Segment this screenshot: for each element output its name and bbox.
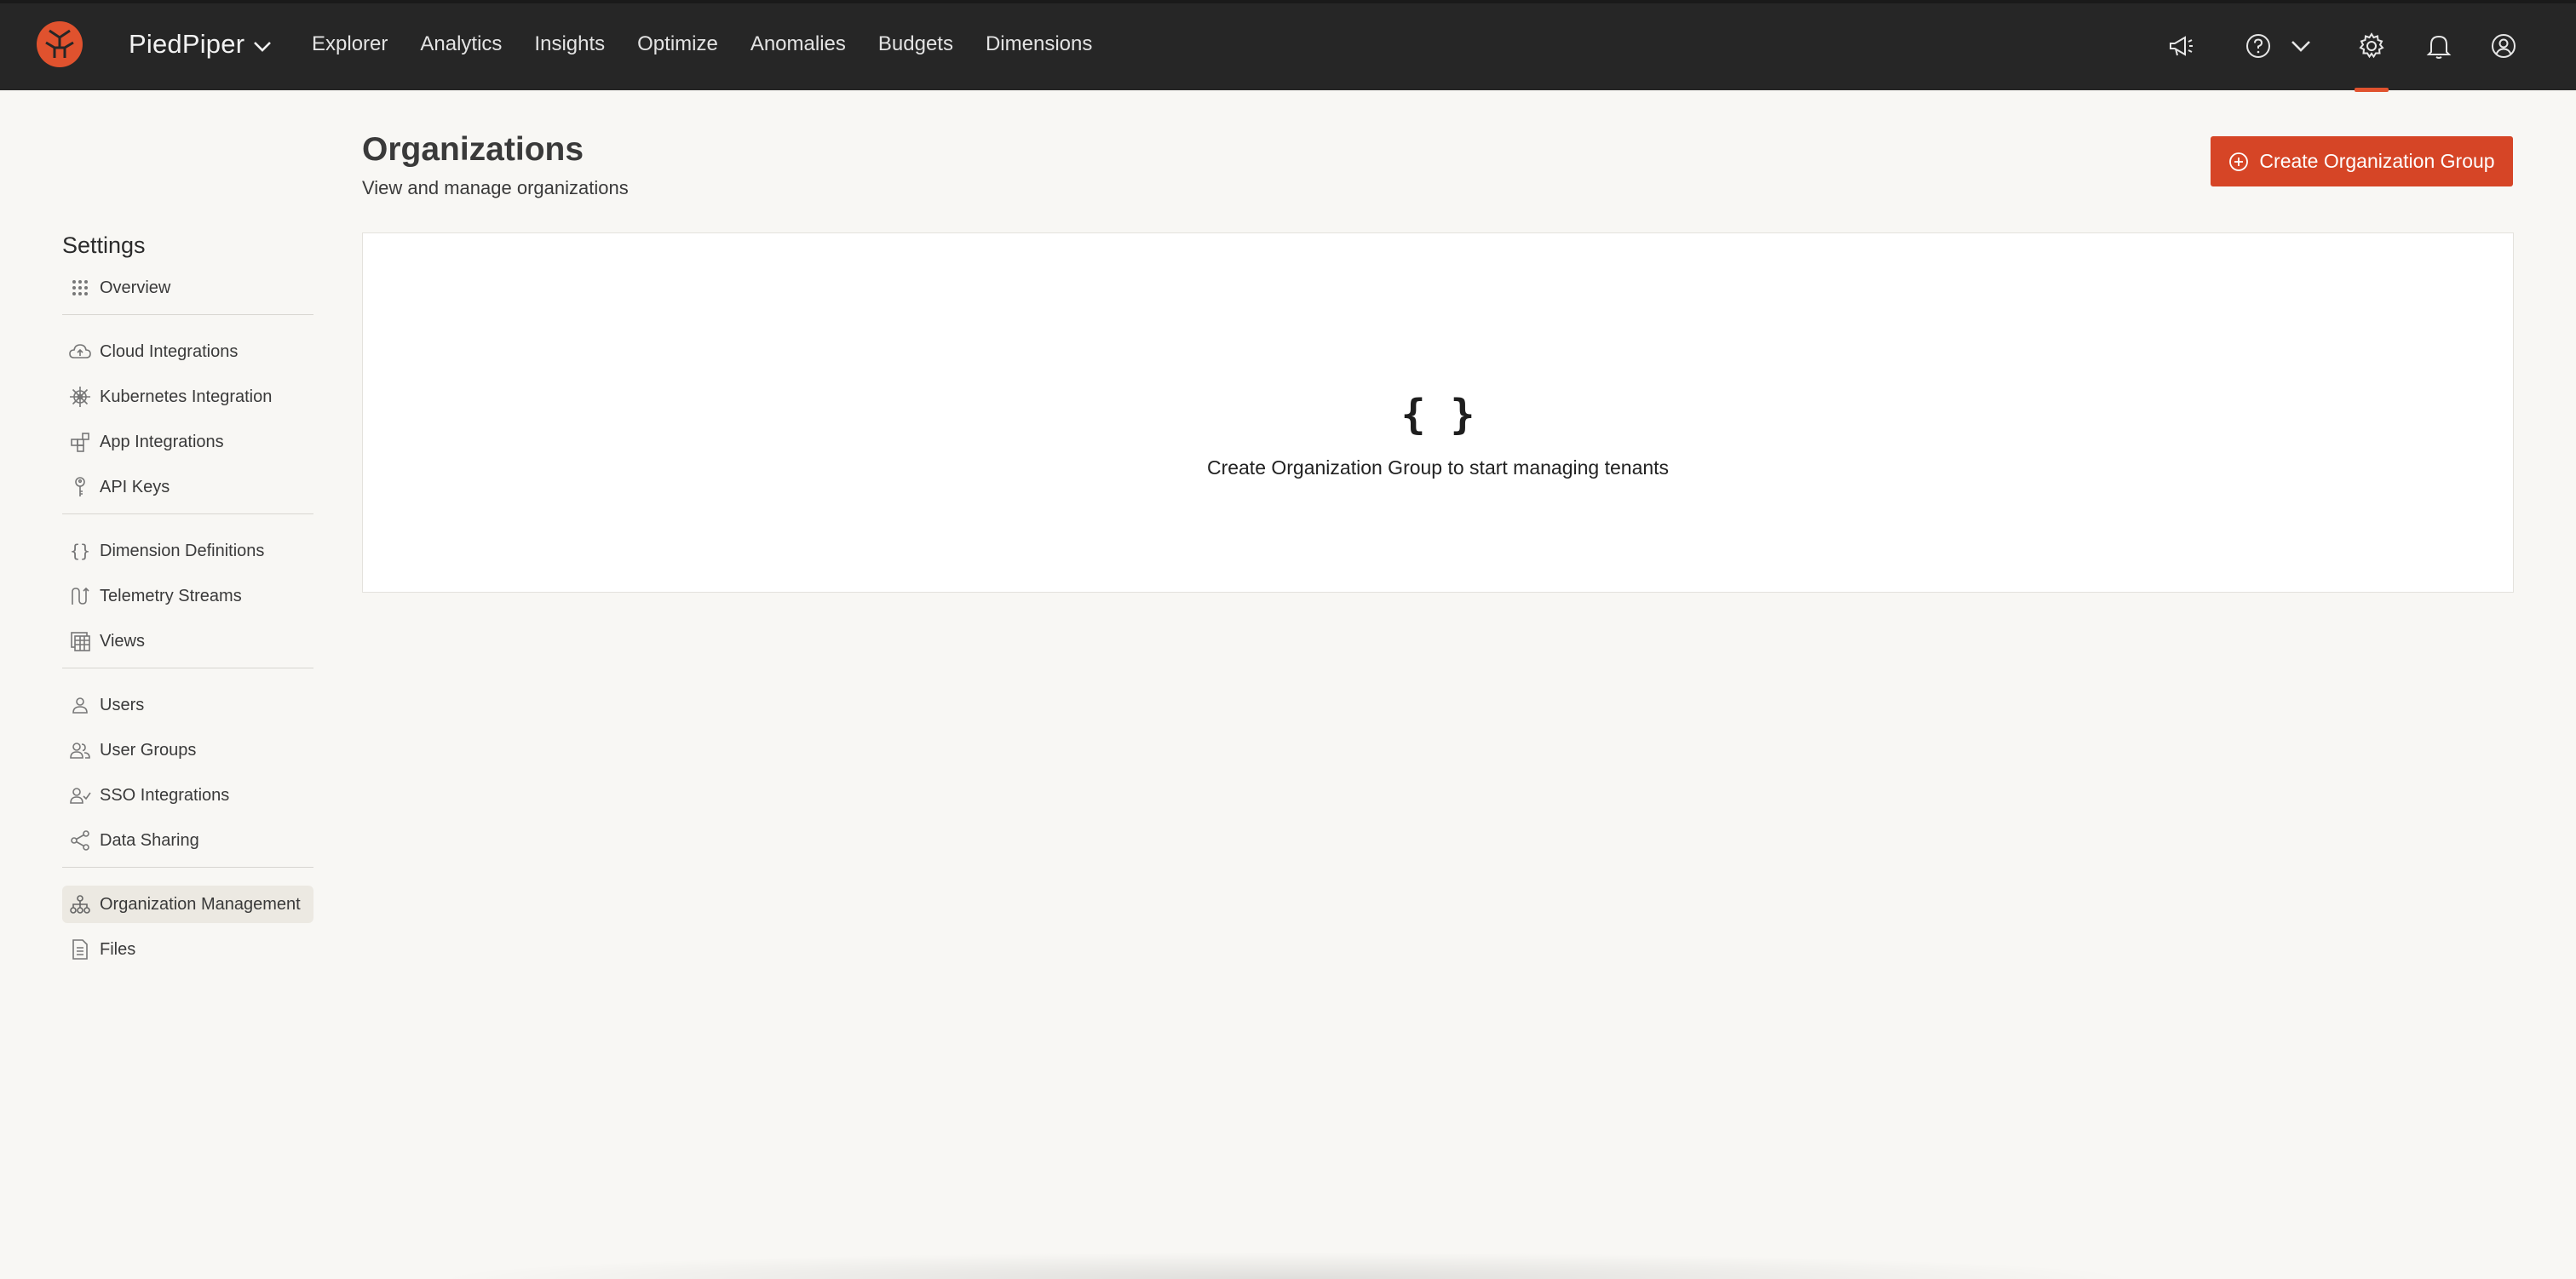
share-icon bbox=[69, 829, 91, 852]
org-switcher[interactable]: PiedPiper bbox=[129, 29, 272, 60]
empty-state-message: Create Organization Group to start manag… bbox=[1206, 456, 1670, 479]
sidebar-item-kubernetes-integration[interactable]: Kubernetes Integration bbox=[62, 378, 313, 416]
sidebar-item-label: Dimension Definitions bbox=[100, 541, 265, 560]
org-icon bbox=[69, 893, 91, 915]
create-organization-group-button[interactable]: Create Organization Group bbox=[2211, 136, 2513, 186]
sidebar-divider bbox=[62, 513, 313, 514]
sidebar-divider bbox=[62, 314, 313, 315]
sidebar-item-user-groups[interactable]: User Groups bbox=[62, 731, 313, 769]
sidebar-item-label: Users bbox=[100, 695, 145, 714]
table-icon bbox=[69, 630, 91, 652]
nav-insights[interactable]: Insights bbox=[534, 32, 605, 56]
user-check-icon bbox=[69, 784, 91, 806]
sidebar-divider bbox=[62, 867, 313, 868]
organizations-empty-panel: { } Create Organization Group to start m… bbox=[362, 232, 2514, 593]
helm-icon bbox=[69, 386, 91, 408]
sidebar-item-label: API Keys bbox=[100, 477, 170, 496]
settings-sidebar: Settings Overview Cloud Integrations Kub… bbox=[62, 230, 313, 976]
bell-icon[interactable] bbox=[2422, 29, 2456, 63]
blocks-icon bbox=[69, 431, 91, 453]
nav-optimize[interactable]: Optimize bbox=[637, 32, 718, 56]
sidebar-item-label: Files bbox=[100, 939, 136, 959]
sidebar-item-files[interactable]: Files bbox=[62, 931, 313, 968]
sidebar-item-label: Telemetry Streams bbox=[100, 586, 242, 605]
sidebar-item-telemetry-streams[interactable]: Telemetry Streams bbox=[62, 577, 313, 615]
sidebar-item-label: Cloud Integrations bbox=[100, 341, 239, 361]
nav-analytics[interactable]: Analytics bbox=[420, 32, 502, 56]
sidebar-item-app-integrations[interactable]: App Integrations bbox=[62, 423, 313, 461]
nav-budgets[interactable]: Budgets bbox=[878, 32, 953, 56]
page-subtitle: View and manage organizations bbox=[362, 177, 629, 198]
braces-icon: { } bbox=[1400, 391, 1475, 439]
sidebar-item-organization-management[interactable]: Organization Management bbox=[62, 886, 313, 923]
stream-icon bbox=[69, 585, 91, 607]
bottom-shadow bbox=[426, 1252, 2147, 1279]
sidebar-item-views[interactable]: Views bbox=[62, 622, 313, 660]
nav-dimensions[interactable]: Dimensions bbox=[986, 32, 1092, 56]
users-icon bbox=[69, 739, 91, 761]
page-title: Organizations bbox=[362, 131, 584, 168]
user-circle-icon[interactable] bbox=[2487, 29, 2521, 63]
sidebar-item-label: Organization Management bbox=[100, 894, 301, 914]
active-tab-indicator bbox=[2355, 88, 2389, 92]
create-button-label: Create Organization Group bbox=[2259, 150, 2495, 172]
sidebar-item-api-keys[interactable]: API Keys bbox=[62, 468, 313, 506]
nav-explorer[interactable]: Explorer bbox=[312, 32, 388, 56]
gear-icon[interactable] bbox=[2355, 29, 2389, 63]
sidebar-item-label: Views bbox=[100, 631, 145, 651]
brand-name: PiedPiper bbox=[129, 29, 245, 59]
chevron-down-icon[interactable] bbox=[2284, 29, 2318, 63]
cloud-icon bbox=[69, 341, 91, 363]
sidebar-title: Settings bbox=[62, 232, 146, 258]
sidebar-item-label: User Groups bbox=[100, 740, 197, 760]
sidebar-item-users[interactable]: Users bbox=[62, 686, 313, 724]
help-icon[interactable] bbox=[2241, 29, 2275, 63]
sidebar-item-label: Data Sharing bbox=[100, 830, 199, 850]
plus-circle-icon bbox=[2229, 152, 2249, 171]
braces-icon: {} bbox=[69, 541, 91, 561]
chevron-down-icon bbox=[254, 42, 272, 52]
sidebar-item-overview[interactable]: Overview bbox=[62, 269, 313, 307]
sidebar-item-data-sharing[interactable]: Data Sharing bbox=[62, 822, 313, 859]
main-nav: Explorer Analytics Insights Optimize Ano… bbox=[312, 32, 1124, 56]
sidebar-item-sso-integrations[interactable]: SSO Integrations bbox=[62, 777, 313, 814]
key-icon bbox=[69, 476, 91, 498]
file-icon bbox=[69, 938, 91, 961]
nav-anomalies[interactable]: Anomalies bbox=[750, 32, 846, 56]
sidebar-item-label: Overview bbox=[100, 278, 171, 297]
user-icon bbox=[69, 694, 91, 716]
sidebar-item-dimension-definitions[interactable]: {} Dimension Definitions bbox=[62, 532, 313, 570]
megaphone-icon[interactable] bbox=[2164, 29, 2198, 63]
grid-icon bbox=[69, 277, 91, 299]
top-navigation-bar: PiedPiper Explorer Analytics Insights Op… bbox=[0, 0, 2576, 92]
sidebar-item-label: Kubernetes Integration bbox=[100, 387, 273, 406]
sidebar-item-label: App Integrations bbox=[100, 432, 224, 451]
sidebar-item-label: SSO Integrations bbox=[100, 785, 230, 805]
piedpiper-logo-icon[interactable] bbox=[34, 19, 85, 70]
sidebar-item-cloud-integrations[interactable]: Cloud Integrations bbox=[62, 333, 313, 370]
